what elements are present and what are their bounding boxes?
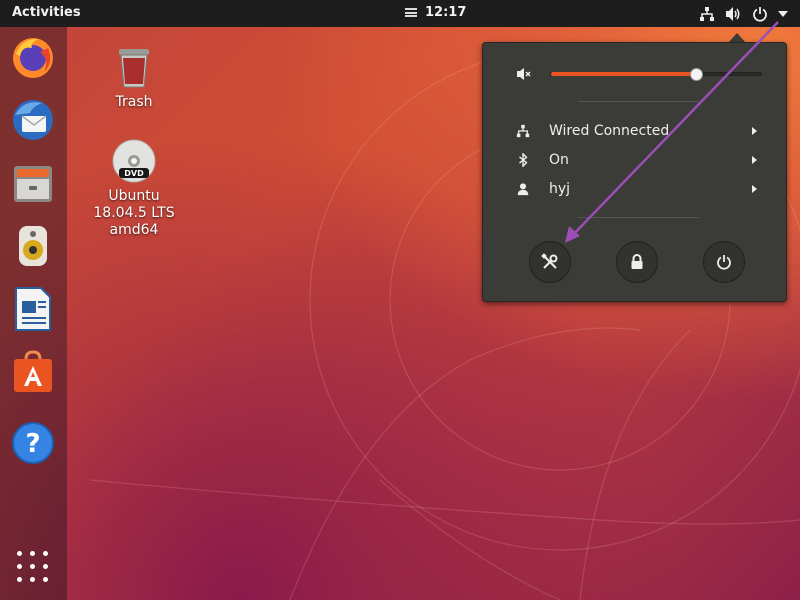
dock-item-rhythmbox[interactable]: [9, 222, 57, 270]
apps-grid-icon[interactable]: [17, 551, 49, 583]
dock-item-thunderbird[interactable]: [9, 96, 57, 144]
chevron-right-icon: [752, 127, 757, 135]
network-icon: [700, 6, 714, 21]
menu-item-user[interactable]: hyj: [483, 175, 786, 203]
rhythmbox-icon: [19, 226, 47, 266]
volume-low-icon[interactable]: [516, 67, 531, 81]
dock: ?: [0, 27, 67, 600]
firefox-icon: [13, 38, 53, 78]
svg-text:DVD: DVD: [124, 169, 144, 178]
volume-slider-handle[interactable]: [689, 68, 703, 81]
system-menu: Wired Connected On hyj: [482, 42, 787, 302]
dock-item-files[interactable]: [9, 159, 57, 207]
settings-tools-icon: [541, 253, 558, 269]
system-tray[interactable]: [699, 4, 788, 23]
power-icon: [753, 6, 767, 22]
menu-item-wired[interactable]: Wired Connected: [483, 117, 786, 145]
user-label: hyj: [549, 181, 571, 197]
power-off-button[interactable]: [703, 241, 745, 283]
notification-icon: [405, 8, 417, 17]
lock-button[interactable]: [616, 241, 658, 283]
dvd-label: Ubuntu 18.04.5 LTS amd64: [93, 188, 175, 238]
bluetooth-icon: [519, 153, 528, 167]
volume-icon: [726, 6, 740, 21]
svg-text:?: ?: [25, 429, 40, 459]
thunderbird-icon: [13, 100, 53, 140]
dock-item-help[interactable]: ?: [9, 419, 57, 467]
files-icon: [14, 166, 52, 202]
trash-icon: [119, 49, 149, 88]
dvd-icon: DVD: [112, 139, 156, 183]
dock-item-software[interactable]: [9, 348, 57, 396]
bluetooth-label: On: [549, 152, 569, 168]
menu-separator: [578, 101, 699, 102]
menu-item-bluetooth[interactable]: On: [483, 146, 786, 174]
writer-icon: [15, 287, 51, 331]
top-bar: Activities 12:17: [0, 0, 800, 27]
software-icon: [14, 350, 52, 392]
clock-time: 12:17: [425, 5, 467, 20]
clock-menu[interactable]: 12:17: [405, 5, 466, 20]
chevron-right-icon: [752, 185, 757, 193]
network-icon: [516, 124, 530, 138]
desktop-icon-dvd[interactable]: DVD Ubuntu 18.04.5 LTS amd64: [90, 138, 178, 239]
activities-button[interactable]: Activities: [12, 5, 81, 20]
menu-separator: [578, 217, 699, 218]
volume-slider[interactable]: [550, 68, 762, 81]
chevron-right-icon: [752, 156, 757, 164]
trash-label: Trash: [115, 94, 153, 110]
power-icon: [717, 255, 731, 270]
wired-label: Wired Connected: [549, 123, 670, 139]
chevron-down-icon: [778, 10, 788, 17]
dock-item-writer[interactable]: [9, 285, 57, 333]
user-icon: [517, 183, 529, 196]
dock-item-firefox[interactable]: [9, 33, 57, 81]
volume-slider-fill: [551, 72, 696, 76]
settings-button[interactable]: [529, 241, 571, 283]
lock-icon: [631, 254, 643, 269]
help-icon: ?: [12, 422, 54, 464]
desktop-icon-trash[interactable]: Trash: [98, 46, 170, 111]
